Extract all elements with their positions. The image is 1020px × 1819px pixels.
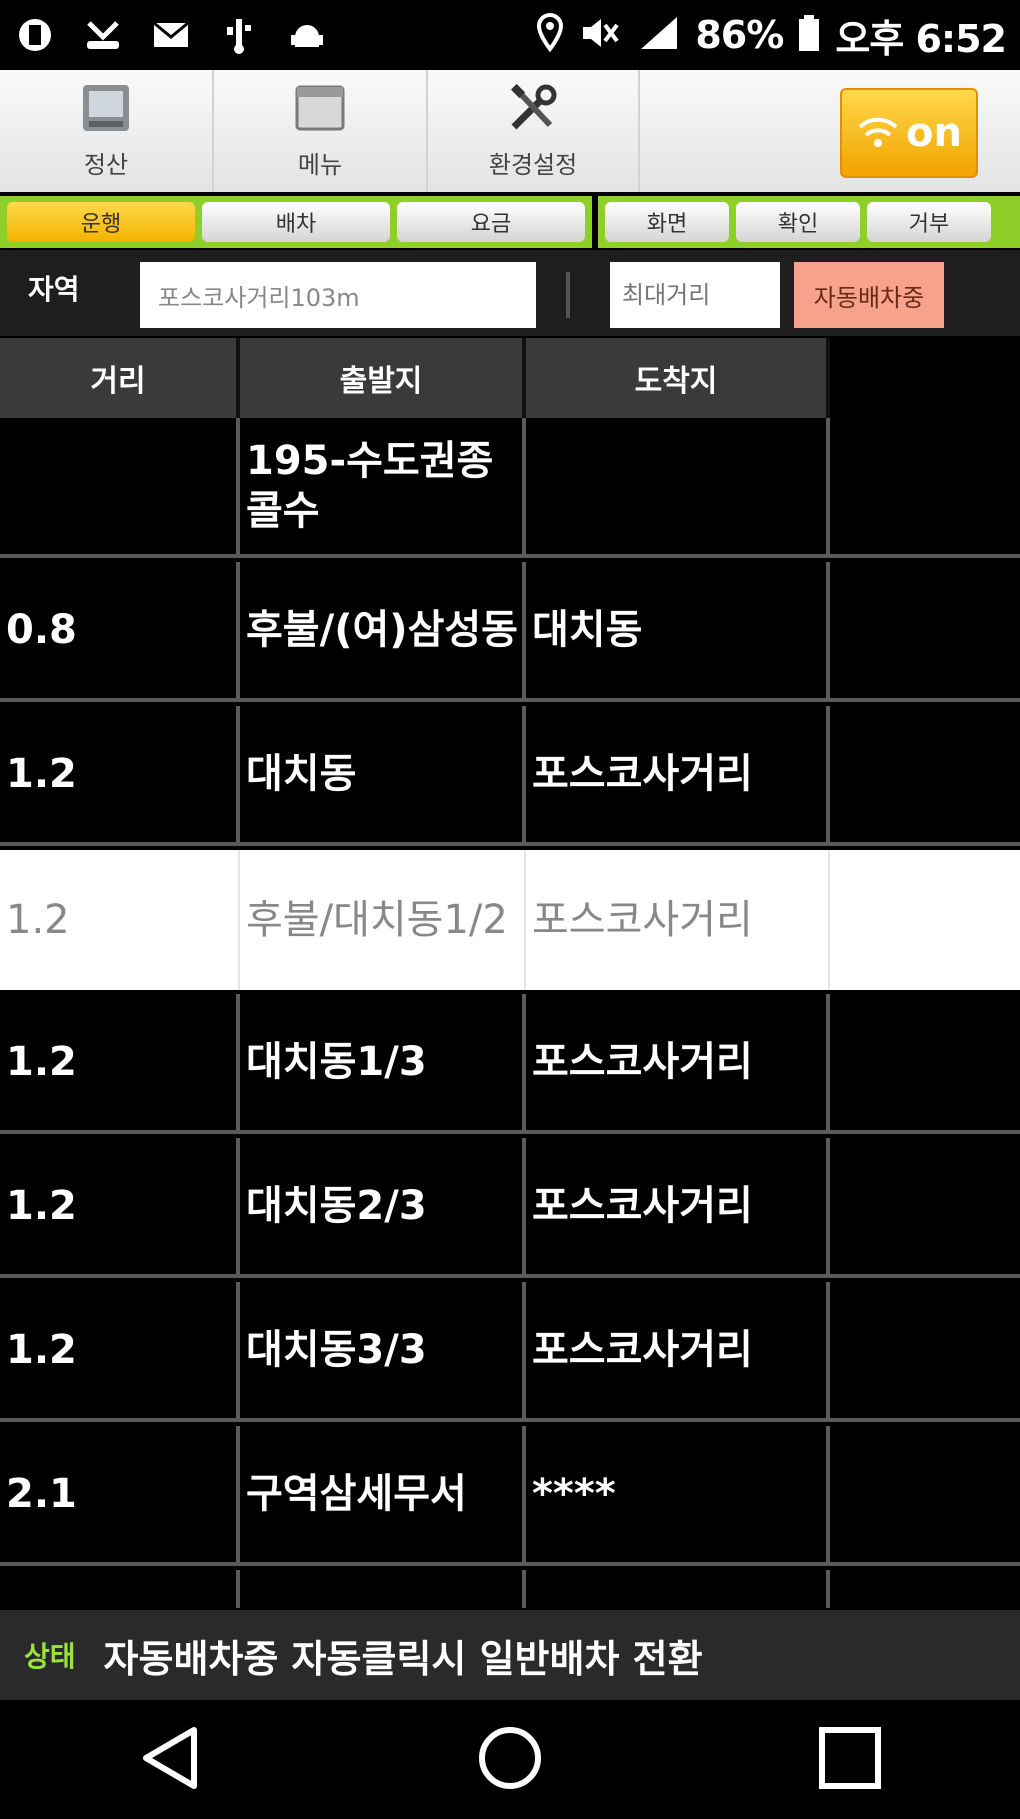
signal-icon: [637, 13, 681, 57]
status-key: 상태: [24, 1640, 76, 1673]
header-distance: 거리: [0, 338, 240, 418]
tab-confirm[interactable]: 확인: [736, 202, 860, 242]
table-row[interactable]: 1.2 대치동 포스코사거리: [0, 706, 1020, 846]
cell-destination: 포스코사거리: [526, 994, 830, 1134]
divider: [566, 272, 570, 318]
cell-origin: 195-수도권종 콜수: [240, 418, 526, 558]
cell-empty: [830, 1138, 1020, 1278]
cell-distance: 1.2: [0, 1138, 240, 1278]
settings-label: 환경설정: [488, 150, 578, 179]
table-header: 거리 출발지 도착지: [0, 338, 830, 418]
cell-empty: [830, 1570, 1020, 1608]
cell-distance: [0, 418, 240, 558]
usb-icon: [218, 14, 260, 56]
settlement-label: 정산: [83, 150, 129, 179]
auto-dispatch-button[interactable]: 자동배차중: [794, 262, 944, 328]
calculator-icon: [79, 83, 133, 137]
home-button[interactable]: [465, 1715, 555, 1805]
cell-origin: 구역삼세무서: [240, 1426, 526, 1566]
header-destination: 도착지: [526, 338, 830, 418]
cell-destination: [526, 1570, 830, 1608]
on-toggle-button[interactable]: on: [840, 88, 978, 178]
cell-destination: 포스코사거리: [526, 1138, 830, 1278]
tab-bar: 운행 배차 요금 화면 확인 거부: [0, 196, 1020, 248]
cell-destination: [526, 418, 830, 558]
status-message-bar[interactable]: 상태 자동배차중 자동클릭시 일반배차 전환: [0, 1610, 1020, 1700]
clock: 오후 6:52: [835, 16, 1007, 61]
tab-screen[interactable]: 화면: [605, 202, 729, 242]
battery-icon: [797, 13, 821, 57]
status-message: 자동배차중 자동클릭시 일반배차 전환: [103, 1636, 703, 1681]
cell-origin: 대치동: [240, 706, 526, 846]
tab-divider: [592, 196, 598, 248]
table-row[interactable]: 0.8 후불/(여)삼성동 대치동: [0, 562, 1020, 702]
tab-drive[interactable]: 운행: [7, 202, 195, 242]
tab-fare[interactable]: 요금: [397, 202, 585, 242]
call-list-table: 거리 출발지 도착지 195-수도권종 콜수 0.8 후불/(여)삼성동 대치동 1.2…: [0, 338, 1020, 1608]
tools-icon: [506, 83, 560, 137]
on-label: on: [906, 110, 962, 156]
header-origin: 출발지: [240, 338, 526, 418]
cell-destination: 포스코사거리: [526, 706, 830, 846]
cell-destination: 포스코사거리: [526, 850, 830, 990]
back-button[interactable]: [125, 1715, 215, 1805]
cell-distance: 2.1: [0, 1426, 240, 1566]
settlement-button[interactable]: 정산: [0, 70, 214, 192]
tab-reject[interactable]: 거부: [867, 202, 991, 242]
settings-button[interactable]: 환경설정: [428, 70, 640, 192]
app-notification-icon: [14, 14, 56, 56]
recents-button[interactable]: [805, 1715, 895, 1805]
cell-destination: 대치동: [526, 562, 830, 702]
cell-origin: [240, 1570, 526, 1608]
cell-empty: [830, 994, 1020, 1134]
cell-empty: [830, 418, 1020, 558]
navigation-bar: [0, 1700, 1020, 1819]
back-triangle-icon: [140, 1726, 200, 1794]
cell-distance: 1.2: [0, 994, 240, 1134]
wifi-signal-icon: [856, 109, 900, 157]
missed-call-icon: [82, 14, 124, 56]
recents-square-icon: [818, 1726, 882, 1794]
cell-empty: [830, 1426, 1020, 1566]
cell-empty: [830, 562, 1020, 702]
cell-empty: [830, 706, 1020, 846]
cell-origin: 후불/(여)삼성동: [240, 562, 526, 702]
table-row[interactable]: 195-수도권종 콜수: [0, 418, 1020, 558]
android-debug-icon: [286, 14, 328, 56]
table-row[interactable]: [0, 1570, 1020, 1608]
home-circle-icon: [477, 1725, 543, 1795]
table-row[interactable]: 1.2 대치동3/3 포스코사거리: [0, 1282, 1020, 1422]
location-bar: 자역 자동배차중: [0, 250, 1020, 336]
mute-icon: [579, 13, 623, 57]
cell-empty: [830, 850, 1020, 990]
menu-button[interactable]: 메뉴: [214, 70, 428, 192]
status-bar: 86% 오후 6:52: [0, 0, 1020, 70]
cell-destination: ****: [526, 1426, 830, 1566]
location-input[interactable]: [140, 262, 536, 328]
menu-window-icon: [293, 83, 347, 137]
cell-distance: 1.2: [0, 850, 240, 990]
tab-dispatch[interactable]: 배차: [202, 202, 390, 242]
cell-distance: 1.2: [0, 706, 240, 846]
cell-empty: [830, 1282, 1020, 1422]
max-distance-input[interactable]: [610, 262, 780, 328]
table-row[interactable]: 2.1 구역삼세무서 ****: [0, 1426, 1020, 1566]
cell-origin: 대치동1/3: [240, 994, 526, 1134]
mail-icon: [150, 14, 192, 56]
top-toolbar: 정산 메뉴 환경설정 on: [0, 70, 1020, 192]
cell-distance: [0, 1570, 240, 1608]
menu-label: 메뉴: [297, 150, 343, 179]
cell-distance: 1.2: [0, 1282, 240, 1422]
cell-origin: 대치동3/3: [240, 1282, 526, 1422]
table-row[interactable]: 1.2 후불/대치동1/2 포스코사거리: [0, 850, 1020, 990]
cell-origin: 대치동2/3: [240, 1138, 526, 1278]
cell-origin: 후불/대치동1/2: [240, 850, 526, 990]
cell-distance: 0.8: [0, 562, 240, 702]
location-label: 자역: [28, 273, 80, 306]
cell-destination: 포스코사거리: [526, 1282, 830, 1422]
table-row[interactable]: 1.2 대치동1/3 포스코사거리: [0, 994, 1020, 1134]
location-icon: [535, 12, 565, 57]
table-row[interactable]: 1.2 대치동2/3 포스코사거리: [0, 1138, 1020, 1278]
battery-percent: 86%: [695, 13, 784, 57]
